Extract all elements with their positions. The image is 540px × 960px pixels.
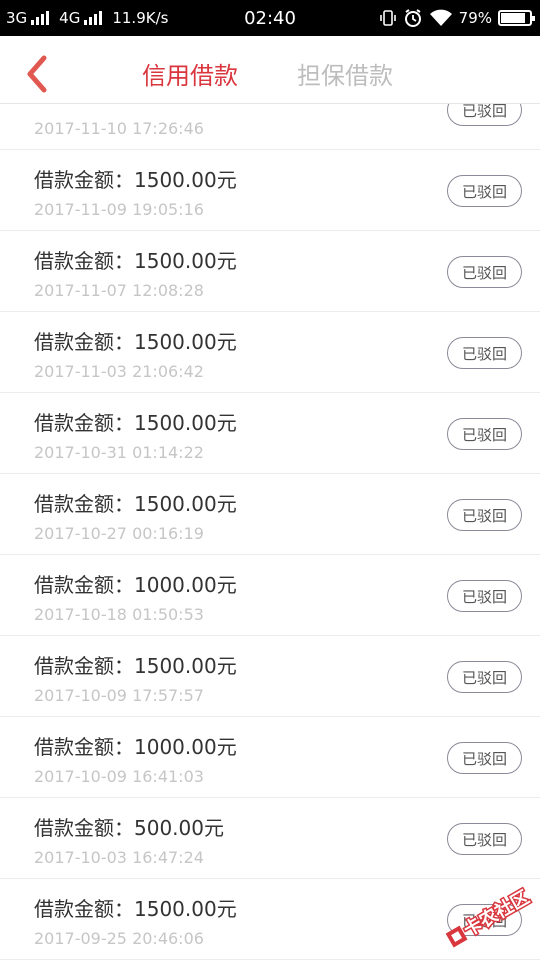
status-button[interactable]: 已驳回 [447,256,522,288]
loan-amount: 借款金额：1500.00元 [34,411,237,435]
status-button[interactable]: 已驳回 [447,823,522,855]
wifi-icon [429,9,452,26]
loan-datetime: 2017-11-07 12:08:28 [34,281,204,300]
clock: 02:40 [244,7,296,29]
loan-datetime: 2017-11-03 21:06:42 [34,362,204,381]
loan-datetime: 2017-10-09 16:41:03 [34,767,204,786]
list-item[interactable]: 借款金额：1500.00元 2017-11-07 12:08:28 已驳回 [0,231,540,312]
status-button[interactable]: 已驳回 [447,104,522,126]
list-item[interactable]: 借款金额：500.00元 2017-10-03 16:47:24 已驳回 [0,798,540,879]
tab-guarantee-loan[interactable]: 担保借款 [297,56,393,91]
battery-percent: 79% [458,9,492,27]
tab-credit-loan[interactable]: 信用借款 [142,56,238,91]
list-item[interactable]: 借款金额：1000.00元 2017-10-18 01:50:53 已驳回 [0,555,540,636]
loan-datetime: 2017-10-03 16:47:24 [34,848,204,867]
loan-amount: 借款金额：1500.00元 [34,249,237,273]
loan-datetime: 2017-10-18 01:50:53 [34,605,204,624]
status-button[interactable]: 已驳回 [447,499,522,531]
list-item[interactable]: 借款金额：1500.00元 2017-10-27 00:16:19 已驳回 [0,474,540,555]
battery-icon [498,10,535,26]
header: 信用借款 担保借款 [0,36,540,104]
loan-amount: 借款金额：1500.00元 [34,654,237,678]
list-item[interactable]: 借款金额：1500.00元 2017-11-03 21:06:42 已驳回 [0,312,540,393]
status-button[interactable]: 已驳回 [447,337,522,369]
loan-amount: 借款金额：1500.00元 [34,897,237,921]
kanong-watermark-logo: 卡农社区 [445,885,535,948]
loan-amount: 借款金额：500.00元 [34,816,224,840]
status-button[interactable]: 已驳回 [447,742,522,774]
loan-datetime: 2017-10-27 00:16:19 [34,524,204,543]
chevron-left-icon [27,55,47,93]
loan-amount: 借款金额：1000.00元 [34,735,237,759]
loan-datetime: 2017-09-25 20:46:06 [34,929,204,948]
alarm-icon [404,9,421,27]
loan-datetime: 2017-11-09 19:05:16 [34,200,204,219]
vibrate-icon [379,10,396,26]
status-button[interactable]: 已驳回 [447,175,522,207]
list-item[interactable]: 借款金额：1500.00元 2017-10-09 17:57:57 已驳回 [0,636,540,717]
status-button[interactable]: 已驳回 [447,418,522,450]
status-right: 79% [379,0,535,36]
status-button[interactable]: 已驳回 [447,661,522,693]
status-bar: 3G 4G 11.9K/s 02:40 79% [0,0,540,36]
loan-list[interactable]: 2017-11-10 17:26:46 已驳回 借款金额：1500.00元 20… [0,104,540,960]
loan-datetime: 2017-10-09 17:57:57 [34,686,204,705]
loan-amount: 借款金额：1000.00元 [34,573,237,597]
loan-datetime: 2017-10-31 01:14:22 [34,443,204,462]
list-item[interactable]: 借款金额：1500.00元 2017-10-31 01:14:22 已驳回 [0,393,540,474]
status-button[interactable]: 已驳回 [447,580,522,612]
back-button[interactable] [22,54,52,94]
list-item[interactable]: 借款金额：1500.00元 2017-11-09 19:05:16 已驳回 [0,150,540,231]
watermark-text: 卡农社区 [460,886,533,941]
loan-amount: 借款金额：1500.00元 [34,168,237,192]
loan-datetime: 2017-11-10 17:26:46 [34,119,204,138]
list-item[interactable]: 2017-11-10 17:26:46 已驳回 [0,104,540,150]
loan-amount: 借款金额：1500.00元 [34,492,237,516]
list-item[interactable]: 借款金额：1000.00元 2017-10-09 16:41:03 已驳回 [0,717,540,798]
loan-amount: 借款金额：1500.00元 [34,330,237,354]
